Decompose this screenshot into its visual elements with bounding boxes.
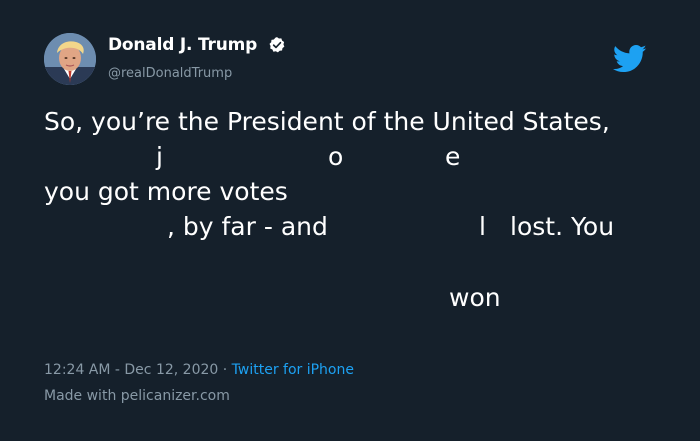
tweet-text-line-3: you got more votes [44, 177, 288, 206]
author-handle[interactable]: @realDonaldTrump [108, 66, 232, 81]
author-name[interactable]: Donald J. Trump [108, 35, 257, 55]
tweet-text-fragment-e: e [445, 142, 461, 171]
made-with-credit: Made with pelicanizer.com [44, 388, 230, 404]
tweet-card: Donald J. Trump @realDonaldTrump So, you… [0, 0, 700, 441]
tweet-timestamp[interactable]: 12:24 AM - Dec 12, 2020 [44, 362, 218, 378]
meta-separator: · [218, 362, 232, 378]
avatar[interactable] [44, 33, 96, 85]
tweet-text-fragment-o: o [328, 142, 344, 171]
tweet-text-fragment-l: l [479, 212, 486, 241]
tweet-text-fragment-by-far: , by far - and [167, 212, 328, 241]
tweet-text-fragment-j: j [156, 142, 163, 171]
twitter-bird-icon[interactable] [613, 44, 647, 74]
tweet-text-fragment-won: won [449, 283, 501, 312]
tweet-source[interactable]: Twitter for iPhone [232, 362, 354, 378]
avatar-image [44, 33, 96, 85]
tweet-meta: 12:24 AM - Dec 12, 2020 · Twitter for iP… [44, 362, 354, 378]
tweet-text-line-1: So, you’re the President of the United S… [44, 107, 610, 136]
verified-badge-icon [269, 37, 285, 53]
tweet-text-fragment-lost: lost. You [510, 212, 615, 241]
